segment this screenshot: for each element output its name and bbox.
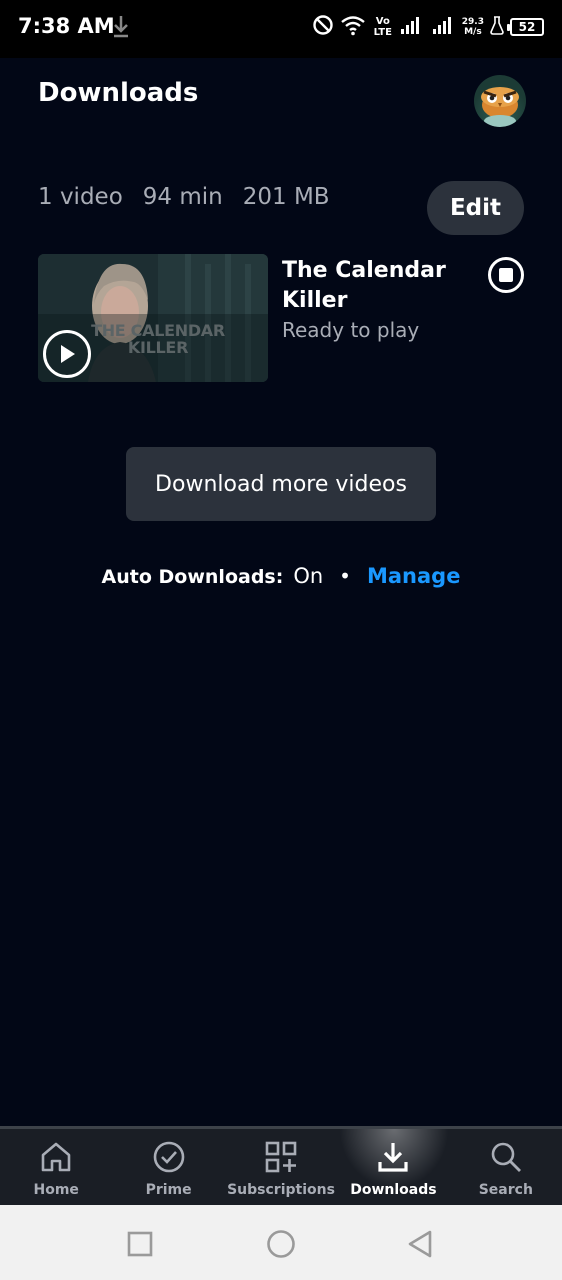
signal-icon-2	[432, 15, 456, 39]
net-speed-value: 29.3	[461, 17, 484, 27]
play-icon	[61, 345, 75, 363]
search-icon	[489, 1139, 523, 1175]
home-circle-icon[interactable]	[266, 1230, 296, 1263]
downloads-summary: 1 video 94 min 201 MB	[38, 184, 330, 210]
download-icon	[376, 1139, 410, 1175]
download-more-videos-button[interactable]: Download more videos	[126, 447, 436, 521]
home-icon	[39, 1139, 73, 1175]
nav-search[interactable]: Search	[450, 1129, 562, 1205]
stop-icon	[499, 268, 513, 282]
manage-link[interactable]: Manage	[367, 564, 460, 588]
system-navigation-bar	[0, 1205, 562, 1280]
total-duration: 94 min	[142, 184, 223, 210]
checkmark-circle-icon	[152, 1139, 186, 1175]
net-speed-unit: M/s	[464, 27, 482, 37]
nav-subscriptions[interactable]: Subscriptions	[225, 1129, 337, 1205]
volte-indicator: Vo LTE	[373, 16, 392, 38]
page-title: Downloads	[38, 78, 199, 108]
auto-downloads-label: Auto Downloads:	[101, 566, 284, 588]
flask-icon	[490, 15, 504, 39]
video-status: Ready to play	[282, 318, 420, 342]
nav-home[interactable]: Home	[0, 1129, 112, 1205]
owl-avatar-icon	[481, 87, 519, 127]
back-icon[interactable]	[407, 1230, 433, 1262]
profile-avatar[interactable]	[474, 75, 526, 127]
do-not-disturb-icon	[312, 14, 334, 40]
auto-downloads-state: On	[293, 564, 324, 588]
downloads-screen: Downloads 1 video 94 min 201 MB Edit THE…	[0, 58, 562, 1126]
status-time: 7:38 AM	[18, 14, 115, 38]
video-thumbnail[interactable]: THE CALENDAR KILLER	[38, 254, 268, 382]
status-icons: Vo LTE 29.3 M/s 52	[312, 14, 544, 40]
total-size: 201 MB	[242, 184, 330, 210]
signal-icon	[400, 15, 426, 39]
stop-download-button[interactable]	[488, 257, 524, 293]
grid-plus-icon	[264, 1139, 298, 1175]
play-button[interactable]	[43, 330, 91, 378]
edit-button[interactable]: Edit	[427, 181, 524, 235]
separator-dot: •	[339, 564, 351, 588]
download-list-item[interactable]: THE CALENDAR KILLER The Calendar Killer …	[38, 254, 525, 384]
thumbnail-title-text: THE CALENDAR KILLER	[91, 321, 225, 357]
video-title[interactable]: The Calendar Killer	[282, 256, 472, 316]
status-bar: 7:38 AM Vo LTE 29.3 M/s 52	[0, 0, 562, 58]
nav-subscriptions-label: Subscriptions	[227, 1182, 335, 1198]
nav-search-label: Search	[478, 1182, 533, 1198]
recents-icon[interactable]	[127, 1231, 153, 1261]
battery-indicator: 52	[507, 18, 544, 36]
nav-downloads[interactable]: Downloads	[337, 1129, 449, 1205]
auto-downloads-row: Auto Downloads: On • Manage	[0, 564, 562, 588]
wifi-icon	[340, 14, 366, 40]
video-count: 1 video	[38, 184, 123, 210]
net-speed: 29.3 M/s	[462, 17, 484, 37]
nav-home-label: Home	[33, 1182, 79, 1198]
nav-prime-label: Prime	[145, 1182, 192, 1198]
download-notification-icon	[112, 14, 130, 44]
nav-prime[interactable]: Prime	[112, 1129, 224, 1205]
bottom-navigation: Home Prime Subscriptions Downloads Searc…	[0, 1126, 562, 1205]
nav-downloads-label: Downloads	[350, 1182, 437, 1198]
